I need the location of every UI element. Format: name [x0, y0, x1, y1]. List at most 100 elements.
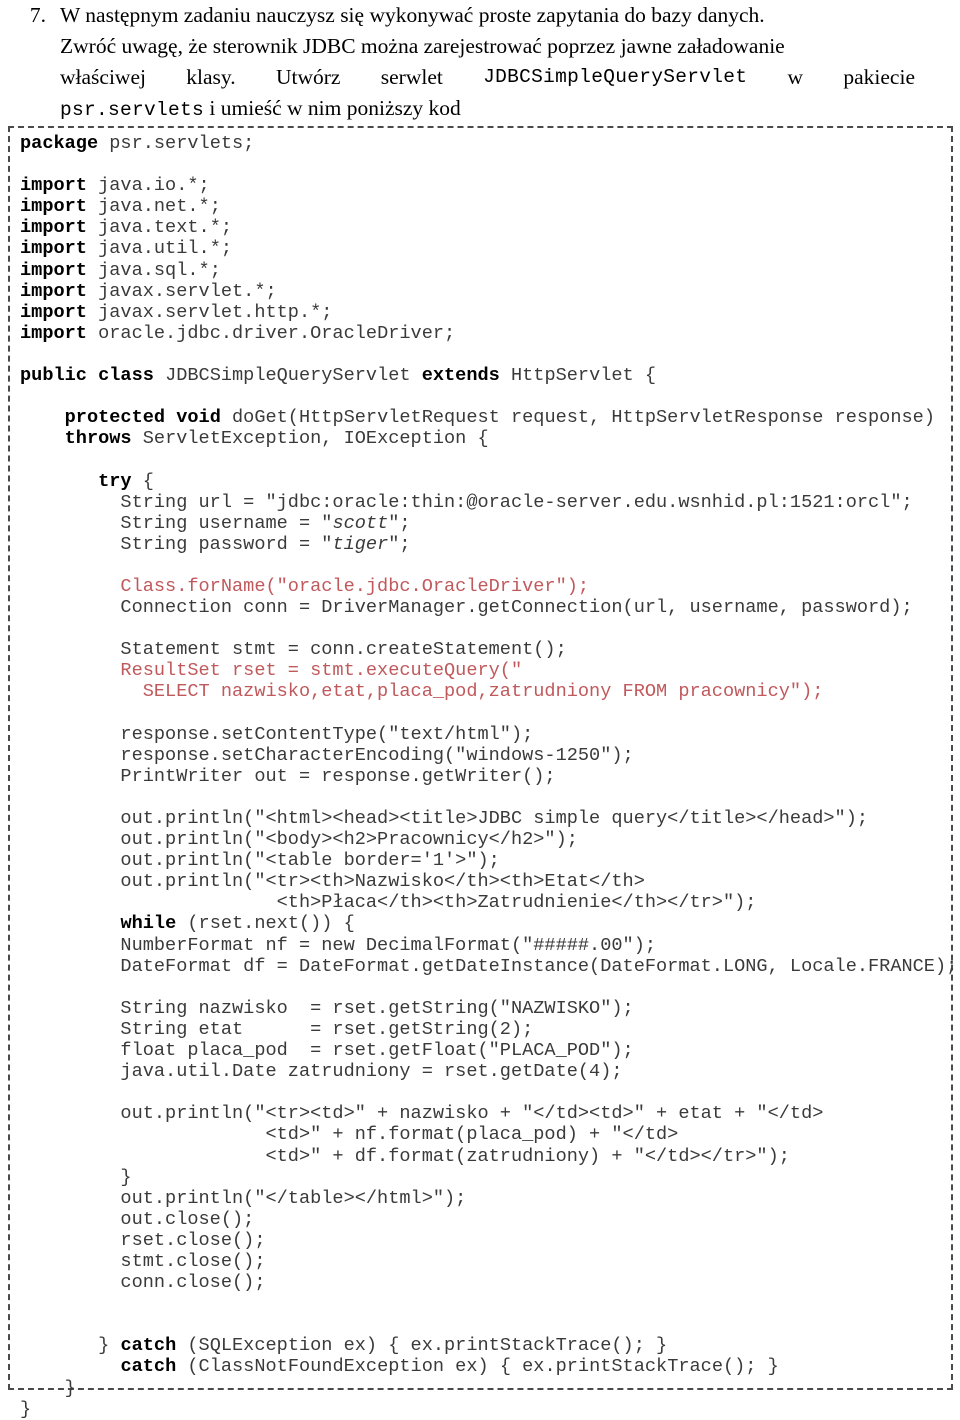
code-line: package psr.servlets; [20, 133, 947, 154]
code-keyword: import [20, 280, 87, 302]
word-klasy: klasy. [186, 65, 236, 89]
code-text: javax.servlet.*; [86, 280, 277, 302]
code-text: DateFormat df = DateFormat.getDateInstan… [20, 955, 958, 977]
exercise-line-2: Zwróć uwagę, że sterownik JDBC można zar… [60, 34, 785, 58]
code-text: } [20, 1335, 121, 1357]
code-keyword: package [20, 133, 99, 154]
word-wlasciwej: właściwej [60, 65, 146, 89]
code-keyword: catch [120, 1335, 177, 1357]
code-text: HttpServlet { [499, 365, 657, 387]
code-text: psr.servlets; [98, 133, 255, 154]
code-line: String etat = rset.getString(2); [20, 1019, 947, 1040]
code-text: doGet(HttpServletRequest request, HttpSe… [220, 407, 935, 429]
word-serwlet: serwlet [380, 65, 443, 89]
code-text: response.setCharacterEncoding("windows-1… [20, 744, 634, 766]
code-line: catch (ClassNotFoundException ex) { ex.p… [20, 1356, 947, 1377]
code-line: out.println("<tr><th>Nazwisko</th><th>Et… [20, 871, 947, 892]
code-highlight: SELECT nazwisko,etat,placa_pod,zatrudnio… [20, 681, 824, 703]
code-keyword: import [20, 217, 87, 239]
code-line: public class JDBCSimpleQueryServlet exte… [20, 365, 947, 386]
code-line: out.println("<body><h2>Pracownicy</h2>")… [20, 829, 947, 850]
code-line: } [20, 1378, 947, 1399]
code-line: import oracle.jdbc.driver.OracleDriver; [20, 323, 947, 344]
code-text: (SQLException ex) { ex.printStackTrace()… [176, 1335, 668, 1357]
code-line: import java.text.*; [20, 217, 947, 238]
exercise-number: 7. [29, 3, 46, 27]
code-keyword: import [20, 238, 87, 260]
code-line: String nazwisko = rset.getString("NAZWIS… [20, 998, 947, 1019]
code-text: NumberFormat nf = new DecimalFormat("###… [20, 934, 657, 956]
code-line: float placa_pod = rset.getFloat("PLACA_P… [20, 1040, 947, 1061]
code-line: DateFormat df = DateFormat.getDateInstan… [20, 956, 957, 977]
code-keyword: import [20, 322, 87, 344]
code-keyword: import [20, 301, 87, 323]
code-line: String password = "tiger"; [20, 534, 947, 555]
code-text: <td>" + df.format(zatrudniony) + "</td><… [20, 1145, 790, 1167]
code-text: Connection conn = DriverManager.getConne… [20, 597, 913, 619]
code-line: Statement stmt = conn.createStatement(); [20, 639, 947, 660]
code-keyword: catch [120, 1356, 177, 1378]
code-text: String url = "jdbc:oracle:thin:@oracle-s… [20, 491, 913, 513]
code-line: throws ServletException, IOException { [20, 428, 947, 449]
code-text: out.println("<tr><td>" + nazwisko + "</t… [20, 1103, 824, 1125]
code-text: rset.close(); [20, 1229, 266, 1251]
code-keyword: import [20, 196, 87, 218]
code-text: out.println("<tr><th>Nazwisko</th><th>Et… [20, 871, 645, 893]
code-line: response.setContentType("text/html"); [20, 724, 947, 745]
code-line: import java.sql.*; [20, 260, 947, 281]
code-line: <td>" + nf.format(placa_pod) + "</td> [20, 1124, 947, 1145]
code-text: java.sql.*; [86, 259, 221, 281]
code-line: Connection conn = DriverManager.getConne… [20, 597, 947, 618]
code-keyword: throws [64, 428, 132, 450]
code-line: protected void doGet(HttpServletRequest … [20, 407, 947, 428]
java-source-code: package psr.servlets; import java.io.*; i… [20, 133, 957, 1420]
word-pakiecie: pakiecie [843, 65, 915, 89]
code-text: JDBCSimpleQueryServlet [153, 365, 422, 387]
code-line: ResultSet rset = stmt.executeQuery(" [20, 660, 947, 681]
code-text: String etat = rset.getString(2); [20, 1018, 534, 1040]
code-line: conn.close(); [20, 1272, 947, 1293]
code-listing-box: package psr.servlets; import java.io.*; i… [8, 126, 957, 1420]
code-text: out.println("<table border='1'>"); [20, 850, 500, 872]
code-text: java.text.*; [86, 217, 233, 239]
code-text: out.println("</table></html>"); [20, 1187, 467, 1209]
code-highlight: Class.forName("oracle.jdbc.OracleDriver"… [20, 575, 590, 597]
code-line: java.util.Date zatrudniony = rset.getDat… [20, 1061, 947, 1082]
code-text: String username = " [20, 512, 333, 534]
exercise-text-block: W następnym zadaniu nauczysz się wykonyw… [60, 0, 915, 126]
code-line: import java.util.*; [20, 238, 947, 259]
code-text: "; [388, 533, 411, 555]
code-text: } [20, 1166, 132, 1188]
exercise-row: 7. W następnym zadaniu nauczysz się wyko… [0, 0, 960, 126]
exercise-paragraph: 7. W następnym zadaniu nauczysz się wyko… [0, 0, 960, 126]
code-keyword: public class [20, 365, 154, 387]
code-keyword: try [98, 470, 132, 492]
code-line: out.println("<tr><td>" + nazwisko + "</t… [20, 1103, 947, 1124]
code-literal: scott [332, 512, 389, 534]
code-text: out.println("<html><head><title>JDBC sim… [20, 808, 869, 829]
code-keyword: import [20, 259, 87, 281]
exercise-line-1: W następnym zadaniu nauczysz się wykonyw… [60, 3, 765, 27]
code-line: out.println("<table border='1'>"); [20, 850, 947, 871]
exercise-line-3: właściwej klasy. Utwórz serwlet JDBCSimp… [60, 62, 915, 93]
exercise-line-4: psr.servlets i umieść w nim poniższy kod [60, 93, 915, 126]
code-text: out.close(); [20, 1208, 255, 1230]
code-keyword: while [120, 913, 177, 935]
code-line: Class.forName("oracle.jdbc.OracleDriver"… [20, 576, 947, 597]
code-text: <td>" + nf.format(placa_pod) + "</td> [20, 1124, 679, 1146]
code-line: NumberFormat nf = new DecimalFormat("###… [20, 935, 947, 956]
code-text: (rset.next()) { [176, 913, 355, 935]
code-keyword: protected void [64, 407, 221, 429]
code-text: java.util.Date zatrudniony = rset.getDat… [20, 1061, 623, 1083]
code-text: java.net.*; [86, 196, 221, 218]
code-text: String password = " [20, 533, 333, 555]
word-w: w [787, 65, 804, 89]
code-line: <td>" + df.format(zatrudniony) + "</td><… [20, 1146, 947, 1167]
